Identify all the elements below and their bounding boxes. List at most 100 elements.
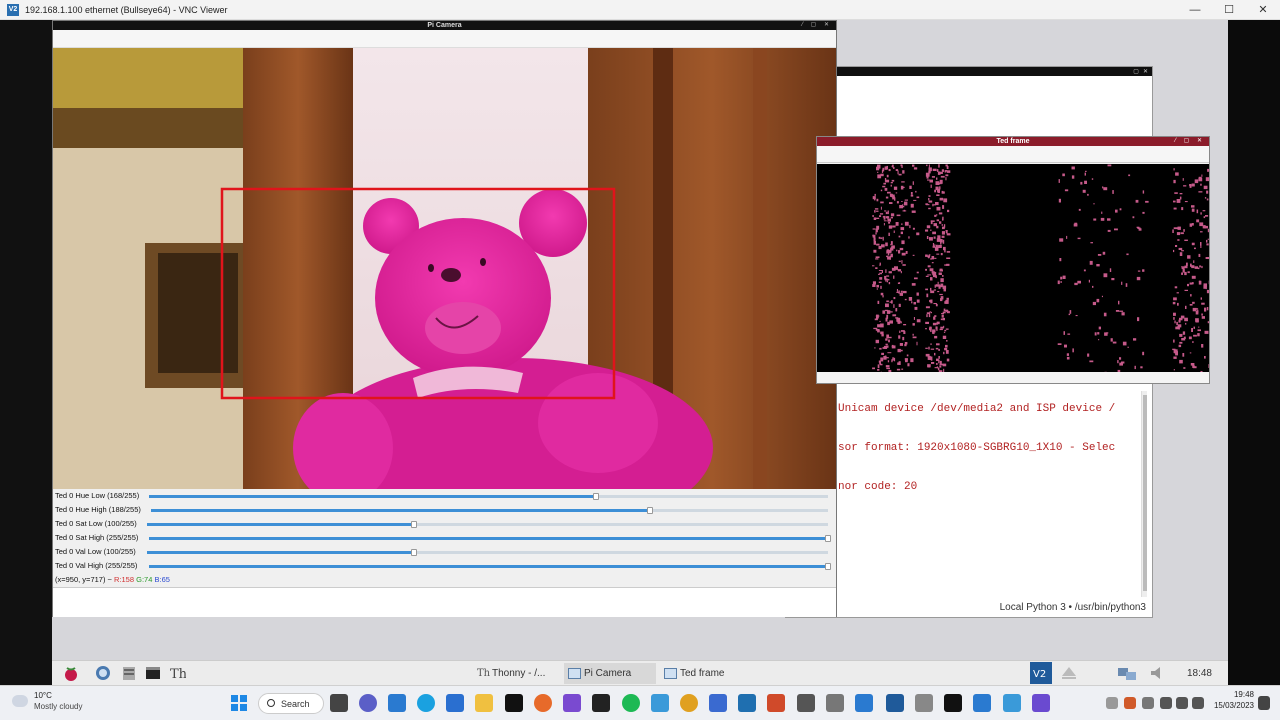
pi-camera-titlebar[interactable]: Pi Camera ⁄ ▢ ✕ <box>53 21 836 30</box>
speaker-icon[interactable] <box>1176 697 1188 709</box>
vscode-icon[interactable] <box>973 694 991 712</box>
slider-track[interactable] <box>149 535 831 542</box>
ted-frame-window[interactable]: Ted frame ⁄ ▢ ✕ <box>816 136 1210 384</box>
slider-track[interactable] <box>149 493 828 500</box>
pi-camera-window[interactable]: Pi Camera ⁄ ▢ ✕ Ted 0 Hue Low (168/255) … <box>52 20 837 617</box>
thonny-launcher-icon[interactable]: Th <box>168 664 188 682</box>
maximize-button[interactable]: ☐ <box>1212 0 1246 20</box>
slider-knob[interactable] <box>411 549 418 556</box>
app-icon[interactable] <box>592 694 610 712</box>
camera-feed[interactable] <box>53 48 836 489</box>
clock[interactable]: 19:48 15/03/2023 <box>1214 690 1254 710</box>
slider-track[interactable] <box>151 507 828 514</box>
mask-pixel <box>1059 258 1062 262</box>
slider-val-high[interactable]: Ted 0 Val High (255/255) <box>53 559 836 573</box>
edge-icon[interactable] <box>417 694 435 712</box>
chevron-up-icon[interactable] <box>1106 697 1118 709</box>
app-icon[interactable] <box>505 694 523 712</box>
pi-clock[interactable]: 18:48 <box>1187 661 1212 685</box>
slider-track[interactable] <box>147 549 828 556</box>
store-icon[interactable] <box>446 694 464 712</box>
close-button[interactable]: ✕ <box>1246 0 1280 20</box>
thonny-titlebar[interactable]: ▢ ✕ <box>786 67 1152 76</box>
mask-pixel <box>1192 301 1195 304</box>
app-icon[interactable] <box>709 694 727 712</box>
camera-icon[interactable] <box>915 694 933 712</box>
slider-knob[interactable] <box>825 535 831 542</box>
slider-sat-low[interactable]: Ted 0 Sat Low (100/255) <box>53 517 836 531</box>
mask-view[interactable] <box>817 164 1209 372</box>
mail-icon[interactable] <box>388 694 406 712</box>
file-manager-icon[interactable] <box>120 664 138 682</box>
slider-hue-low[interactable]: Ted 0 Hue Low (168/255) <box>53 489 836 503</box>
app-icon[interactable] <box>855 694 873 712</box>
chat-icon[interactable] <box>359 694 377 712</box>
app-icon[interactable] <box>651 694 669 712</box>
app-icon[interactable] <box>1032 694 1050 712</box>
mask-pixel <box>930 290 935 294</box>
mask-pixel <box>1176 292 1179 294</box>
task-pi-camera[interactable]: Pi Camera <box>564 663 656 684</box>
minimize-button[interactable]: — <box>1178 0 1212 20</box>
ted-frame-window-controls[interactable]: ⁄ ▢ ✕ <box>1175 137 1205 146</box>
mask-pixel <box>890 213 895 217</box>
start-icon[interactable] <box>230 694 248 712</box>
interpreter-status[interactable]: Local Python 3 • /usr/bin/python3 <box>1000 602 1146 613</box>
slider-val-low[interactable]: Ted 0 Val Low (100/255) <box>53 545 836 559</box>
app-icon[interactable] <box>944 694 962 712</box>
network-tray-icon[interactable] <box>1160 697 1172 709</box>
volume-icon[interactable] <box>1148 664 1166 682</box>
powershell-icon[interactable] <box>738 694 756 712</box>
thonny-close-icon[interactable]: ✕ <box>1143 68 1148 75</box>
spotify-icon[interactable] <box>622 694 640 712</box>
task-thonny[interactable]: Th Thonny - /... <box>472 663 558 684</box>
task-view-icon[interactable] <box>330 694 348 712</box>
slider-hue-high[interactable]: Ted 0 Hue High (188/255) <box>53 503 836 517</box>
mask-pixel <box>1176 321 1178 326</box>
notifications-icon[interactable] <box>1258 696 1270 710</box>
battery-icon[interactable] <box>1192 697 1204 709</box>
mask-pixel <box>1199 265 1201 268</box>
thonny-max-icon[interactable]: ▢ <box>1133 68 1139 75</box>
file-explorer-icon[interactable] <box>475 694 493 712</box>
slider-sat-high[interactable]: Ted 0 Sat High (255/255) <box>53 531 836 545</box>
search-box[interactable]: Search <box>258 693 324 714</box>
browser-icon[interactable] <box>94 664 112 682</box>
mask-pixel <box>872 265 875 267</box>
slider-knob[interactable] <box>825 563 831 570</box>
firefox-icon[interactable] <box>534 694 552 712</box>
eject-icon[interactable] <box>1060 664 1078 682</box>
slider-track[interactable] <box>149 563 831 570</box>
mask-pixel <box>940 253 943 256</box>
shell-scrollbar[interactable] <box>1141 391 1147 597</box>
microphone-icon[interactable] <box>1142 697 1154 709</box>
network-icon[interactable] <box>1116 664 1138 682</box>
mask-pixel <box>935 202 939 206</box>
pi-camera-window-controls[interactable]: ⁄ ▢ ✕ <box>802 21 832 30</box>
remote-desktop[interactable]: ▢ ✕ Unicam device /dev/media2 and ISP de… <box>0 20 1280 685</box>
app-icon[interactable] <box>767 694 785 712</box>
slider-knob[interactable] <box>647 507 654 514</box>
terminal-icon[interactable] <box>144 664 162 682</box>
chrome-icon[interactable] <box>680 694 698 712</box>
shell-scrollbar-thumb[interactable] <box>1143 395 1147 591</box>
ted-frame-titlebar[interactable]: Ted frame ⁄ ▢ ✕ <box>817 137 1209 146</box>
task-ted-frame[interactable]: Ted frame <box>660 663 752 684</box>
app-icon[interactable] <box>797 694 815 712</box>
raspberry-menu-icon[interactable] <box>62 664 80 682</box>
slider-knob[interactable] <box>411 521 418 528</box>
tray-app-icon[interactable] <box>1124 697 1136 709</box>
app-icon[interactable] <box>563 694 581 712</box>
slider-track[interactable] <box>147 521 828 528</box>
mask-pixel <box>1098 339 1100 341</box>
vnc-server-icon[interactable]: V2 <box>1030 662 1052 684</box>
mask-pixel <box>886 275 890 277</box>
thonny-win-icon[interactable] <box>826 694 844 712</box>
mask-pixel <box>1102 251 1106 255</box>
mask-pixel <box>875 256 880 258</box>
slider-knob[interactable] <box>593 493 600 500</box>
thonny-shell[interactable]: Unicam device /dev/media2 and ISP device… <box>838 391 1146 597</box>
app-icon[interactable] <box>1003 694 1021 712</box>
mask-pixel <box>1087 193 1089 196</box>
vnc-viewer-icon[interactable] <box>886 694 904 712</box>
